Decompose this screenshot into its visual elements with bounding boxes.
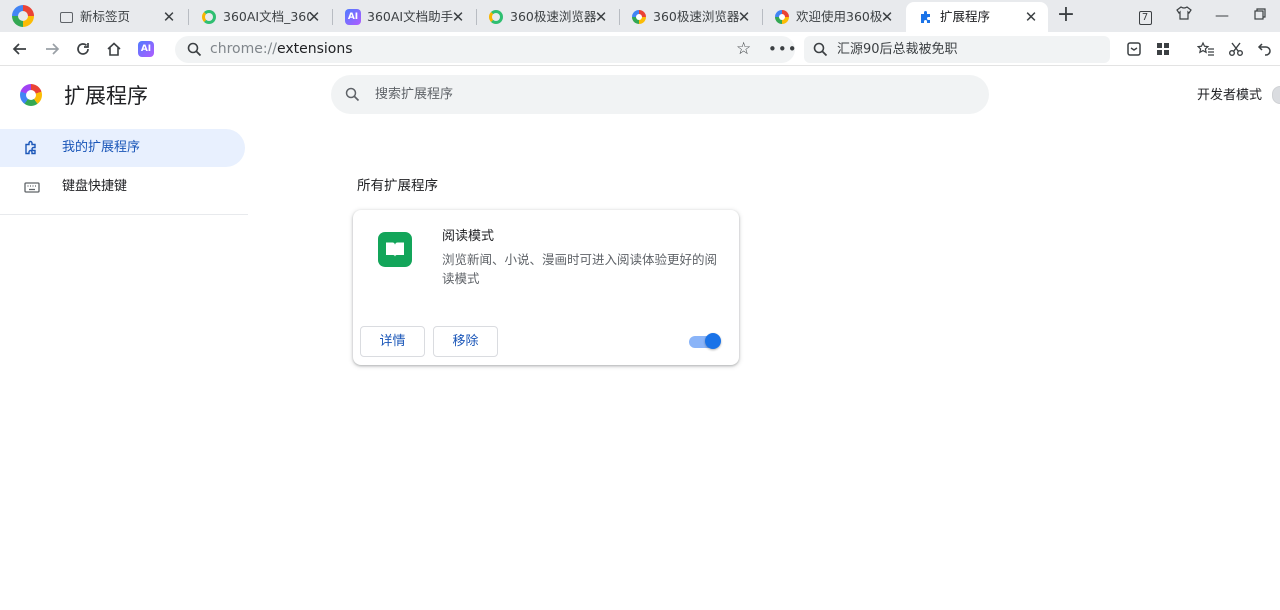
search-icon bbox=[187, 42, 202, 61]
tab[interactable]: 欢迎使用360极 ✕ bbox=[762, 2, 904, 32]
skin-icon[interactable] bbox=[1173, 6, 1195, 26]
back-icon[interactable] bbox=[8, 37, 32, 61]
extension-search-input[interactable] bbox=[375, 84, 955, 105]
developer-mode-label: 开发者模式 bbox=[1197, 88, 1263, 103]
tab[interactable]: AI 360AI文档助手 ✕ bbox=[333, 2, 475, 32]
sidebar-item-label: 键盘快捷键 bbox=[62, 179, 128, 194]
new-tab-icon bbox=[58, 9, 74, 25]
developer-mode-toggle[interactable] bbox=[1272, 86, 1280, 104]
tab-title: 欢迎使用360极 bbox=[796, 9, 883, 24]
forward-icon[interactable] bbox=[40, 37, 64, 61]
remove-button[interactable]: 移除 bbox=[433, 326, 498, 357]
restore-icon[interactable] bbox=[1249, 6, 1271, 26]
address-url: chrome://extensions bbox=[210, 41, 353, 57]
puzzle-outline-icon bbox=[24, 140, 40, 156]
new-tab-button[interactable]: + bbox=[1054, 4, 1078, 28]
apps-grid-icon[interactable] bbox=[1151, 37, 1175, 61]
extension-card: 阅读模式 浏览新闻、小说、漫画时可进入阅读体验更好的阅读模式 详情 移除 bbox=[353, 210, 739, 365]
search-icon bbox=[345, 87, 360, 106]
bookmark-star-icon[interactable]: ☆ bbox=[736, 39, 751, 59]
reading-list-icon[interactable] bbox=[1122, 37, 1146, 61]
toolbar: AI chrome://extensions ☆ ••• 汇源90后总裁被免职 bbox=[0, 32, 1280, 66]
page-title: 扩展程序 bbox=[64, 84, 148, 108]
tab-count-button[interactable]: 7 bbox=[1134, 6, 1156, 26]
tab-title: 扩展程序 bbox=[940, 9, 991, 24]
tab[interactable]: 新标签页 ✕ bbox=[46, 2, 186, 32]
web-search-box[interactable]: 汇源90后总裁被免职 bbox=[804, 36, 1110, 63]
search-icon bbox=[813, 42, 828, 61]
tab-count-badge: 7 bbox=[1138, 11, 1152, 25]
close-tab-icon[interactable]: ✕ bbox=[449, 8, 467, 26]
extension-search-bar[interactable] bbox=[331, 75, 989, 114]
tab-title: 360极速浏览器 bbox=[510, 9, 597, 24]
tab-title: 360极速浏览器 bbox=[653, 9, 740, 24]
extensions-logo-icon bbox=[20, 84, 42, 106]
puzzle-icon bbox=[918, 9, 934, 25]
extension-description: 浏览新闻、小说、漫画时可进入阅读体验更好的阅读模式 bbox=[442, 252, 718, 286]
sidebar-item-my-extensions[interactable]: 我的扩展程序 bbox=[0, 129, 245, 167]
favorites-icon[interactable] bbox=[1194, 37, 1218, 61]
extension-enable-toggle[interactable] bbox=[689, 333, 721, 349]
close-tab-icon[interactable]: ✕ bbox=[878, 8, 896, 26]
extension-name: 阅读模式 bbox=[442, 229, 495, 244]
book-icon bbox=[378, 232, 412, 267]
reload-icon[interactable] bbox=[71, 37, 95, 61]
section-title: 所有扩展程序 bbox=[357, 178, 438, 194]
undo-icon[interactable] bbox=[1253, 37, 1277, 61]
browser-360-icon bbox=[631, 9, 647, 25]
tab-title: 360AI文档助手 bbox=[367, 9, 454, 24]
more-options-icon[interactable]: ••• bbox=[768, 39, 798, 59]
details-button[interactable]: 详情 bbox=[360, 326, 425, 357]
browser-logo-icon[interactable] bbox=[12, 5, 34, 27]
tab-title: 新标签页 bbox=[80, 9, 131, 24]
sidebar-item-label: 我的扩展程序 bbox=[62, 140, 141, 155]
tab[interactable]: 360AI文档_360 ✕ bbox=[189, 2, 331, 32]
ai-icon[interactable]: AI bbox=[138, 41, 154, 57]
close-tab-icon[interactable]: ✕ bbox=[1022, 8, 1040, 26]
address-bar[interactable]: chrome://extensions ☆ ••• bbox=[175, 36, 798, 63]
minimize-icon[interactable]: — bbox=[1211, 6, 1233, 26]
close-tab-icon[interactable]: ✕ bbox=[305, 8, 323, 26]
ai-assistant-icon: AI bbox=[345, 9, 361, 25]
search-q-icon bbox=[488, 9, 504, 25]
tab[interactable]: 360极速浏览器 ✕ bbox=[619, 2, 761, 32]
tab-strip: 新标签页 ✕ 360AI文档_360 ✕ AI 360AI文档助手 ✕ 360极… bbox=[0, 0, 1280, 32]
screenshot-scissors-icon[interactable] bbox=[1224, 37, 1248, 61]
home-icon[interactable] bbox=[102, 37, 126, 61]
tab[interactable]: 360极速浏览器 ✕ bbox=[476, 2, 618, 32]
keyboard-icon bbox=[24, 179, 40, 195]
toggle-knob bbox=[705, 333, 721, 349]
sidebar-divider bbox=[0, 214, 248, 215]
search-suggestion-text: 汇源90后总裁被免职 bbox=[837, 42, 958, 57]
tab-active[interactable]: 扩展程序 ✕ bbox=[906, 2, 1048, 32]
search-q-icon bbox=[201, 9, 217, 25]
close-tab-icon[interactable]: ✕ bbox=[735, 8, 753, 26]
tab-title: 360AI文档_360 bbox=[223, 9, 311, 24]
sidebar-item-keyboard-shortcuts[interactable]: 键盘快捷键 bbox=[0, 168, 245, 206]
close-tab-icon[interactable]: ✕ bbox=[592, 8, 610, 26]
close-tab-icon[interactable]: ✕ bbox=[160, 8, 178, 26]
browser-360-icon bbox=[774, 9, 790, 25]
